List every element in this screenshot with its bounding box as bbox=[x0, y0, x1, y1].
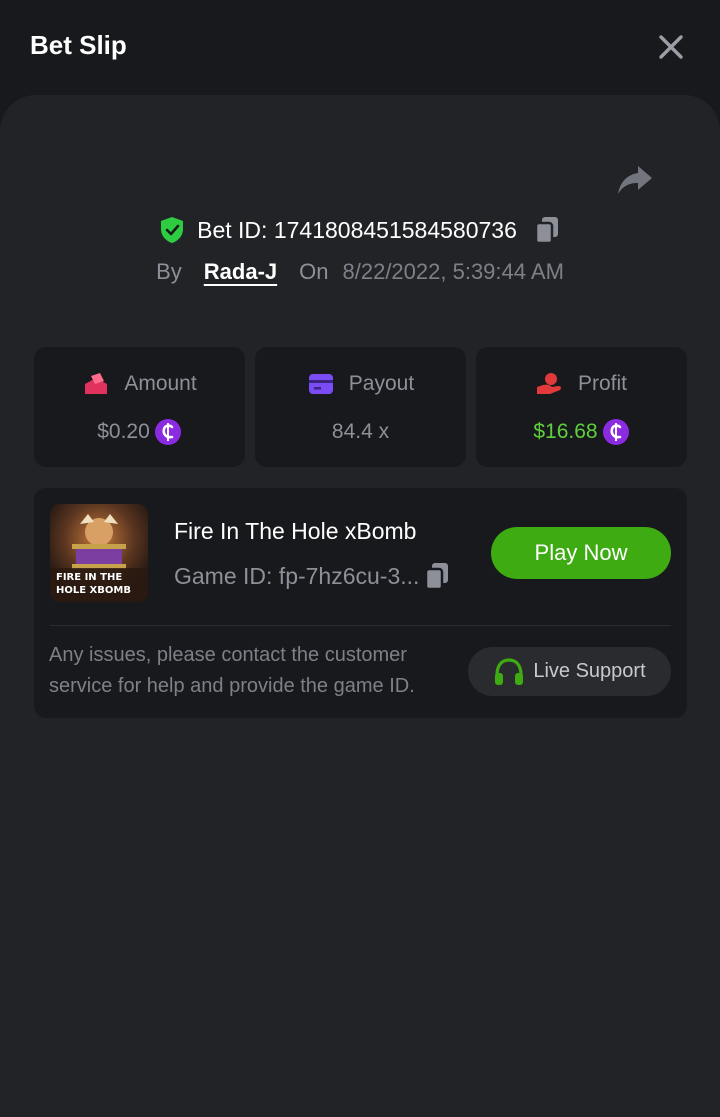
live-support-label: Live Support bbox=[533, 660, 646, 682]
close-button[interactable] bbox=[654, 30, 688, 64]
live-support-button[interactable]: Live Support bbox=[468, 647, 671, 696]
payout-value: 84.4 x bbox=[331, 420, 390, 443]
amount-icon bbox=[85, 373, 108, 394]
copy-bet-id-button[interactable] bbox=[533, 215, 561, 245]
payout-card-icon bbox=[308, 374, 333, 394]
thumb-text-1: FIRE IN THE bbox=[56, 572, 122, 583]
profit-value: $16.68 bbox=[533, 420, 598, 443]
divider bbox=[50, 625, 671, 626]
profit-card: Profit $16.68 bbox=[476, 347, 687, 467]
support-message: Any issues, please contact the customer … bbox=[49, 644, 415, 697]
game-card: FIRE IN THE HOLE XBOMB Fire In The Hole … bbox=[34, 488, 687, 718]
profit-label: Profit bbox=[577, 372, 627, 395]
share-button[interactable] bbox=[614, 162, 656, 198]
amount-value: $0.20 bbox=[97, 420, 150, 443]
share-icon bbox=[618, 166, 652, 194]
copy-icon bbox=[425, 563, 449, 591]
coin-icon bbox=[602, 419, 629, 445]
on-label: On bbox=[299, 259, 329, 284]
payout-label: Payout bbox=[348, 372, 415, 395]
thumb-text-2: HOLE XBOMB bbox=[56, 585, 131, 596]
verified-shield-icon bbox=[161, 217, 184, 243]
game-title: Fire In The Hole xBomb bbox=[174, 518, 417, 544]
amount-card: Amount $0.20 bbox=[34, 347, 245, 467]
game-id: Game ID: fp-7hz6cu-3... bbox=[174, 562, 420, 589]
bet-author-row: By Rada-J On 8/22/2022, 5:39:44 AM bbox=[0, 254, 720, 290]
copy-icon bbox=[534, 217, 558, 245]
game-thumbnail-image: FIRE IN THE HOLE XBOMB bbox=[50, 504, 148, 602]
game-thumbnail[interactable]: FIRE IN THE HOLE XBOMB bbox=[50, 504, 148, 602]
amount-label: Amount bbox=[124, 372, 197, 395]
user-link[interactable]: Rada-J bbox=[204, 259, 277, 285]
bet-id: Bet ID: 1741808451584580736 bbox=[197, 216, 517, 243]
header: Bet Slip bbox=[0, 0, 720, 95]
payout-card: Payout 84.4 x bbox=[255, 347, 466, 467]
page-title: Bet Slip bbox=[30, 30, 127, 60]
bet-date: 8/22/2022, 5:39:44 AM bbox=[342, 259, 564, 284]
bet-id-row: Bet ID: 1741808451584580736 bbox=[0, 210, 720, 250]
close-icon bbox=[659, 35, 683, 59]
by-label: By bbox=[156, 259, 182, 284]
game-id-row: Game ID: fp-7hz6cu-3... bbox=[174, 560, 451, 592]
profit-hand-icon bbox=[536, 373, 562, 394]
coin-icon bbox=[154, 419, 181, 445]
copy-game-id-button[interactable] bbox=[423, 561, 451, 591]
play-now-button[interactable]: Play Now bbox=[491, 527, 671, 579]
headset-icon bbox=[495, 657, 524, 685]
